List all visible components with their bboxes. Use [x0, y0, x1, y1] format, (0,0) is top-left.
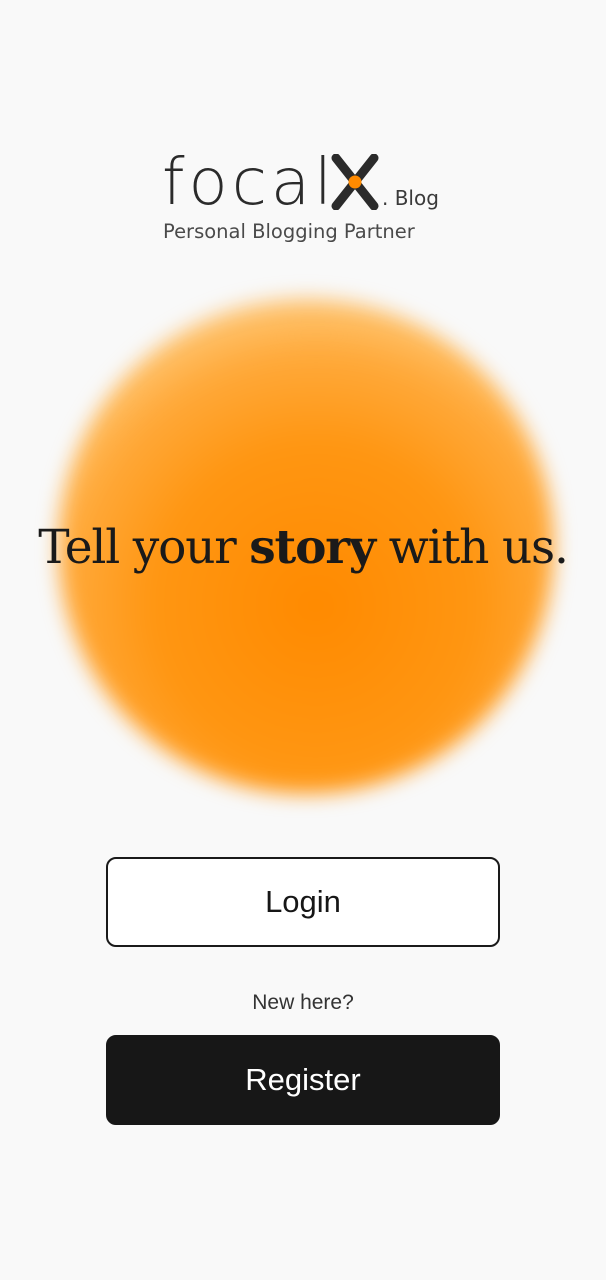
login-button[interactable]: Login — [106, 857, 500, 947]
welcome-screen: focal . Blog Personal Blogging Partner T… — [0, 0, 606, 1280]
logo-x-mark — [331, 154, 379, 210]
app-logo: focal . Blog Personal Blogging Partner — [0, 148, 606, 258]
headline-start: Tell your — [38, 520, 250, 575]
register-button[interactable]: Register — [106, 1035, 500, 1125]
logo-tagline: Personal Blogging Partner — [163, 220, 415, 243]
headline-end: with us. — [374, 520, 569, 575]
new-here-label: New here? — [252, 991, 354, 1014]
hero-headline: Tell your story with us. — [0, 515, 606, 581]
logo-blog-suffix: . Blog — [382, 186, 439, 210]
logo-wordmark: focal — [162, 146, 336, 220]
headline-emphasis: story — [249, 520, 376, 575]
